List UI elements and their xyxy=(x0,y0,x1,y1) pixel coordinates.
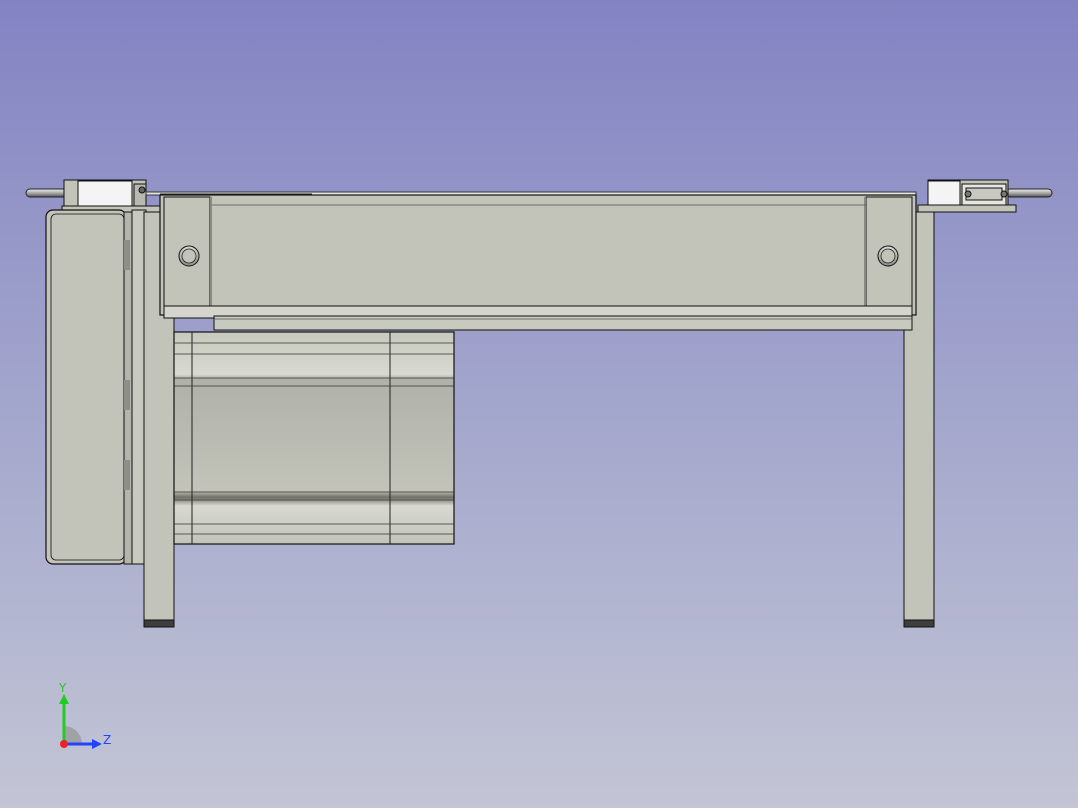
cad-model-side-view[interactable] xyxy=(0,0,1078,808)
stepper-motor[interactable] xyxy=(173,331,455,545)
left-end-rod[interactable] xyxy=(25,188,71,198)
end-plate-motor-cover[interactable] xyxy=(45,209,133,565)
left-body-bolt[interactable] xyxy=(178,245,200,267)
z-axis-label: Z xyxy=(103,733,111,747)
3d-viewport[interactable]: Y Z xyxy=(0,0,1078,808)
actuator-main-body[interactable] xyxy=(159,194,917,331)
left-end-block[interactable] xyxy=(61,179,161,213)
axis-orientation-widget: Y Z xyxy=(58,681,111,749)
y-axis-label: Y xyxy=(58,681,67,695)
right-body-bolt[interactable] xyxy=(877,245,899,267)
x-axis-dot-icon xyxy=(60,740,68,748)
right-end-block[interactable] xyxy=(917,179,1017,213)
right-end-rod[interactable] xyxy=(1005,188,1053,198)
